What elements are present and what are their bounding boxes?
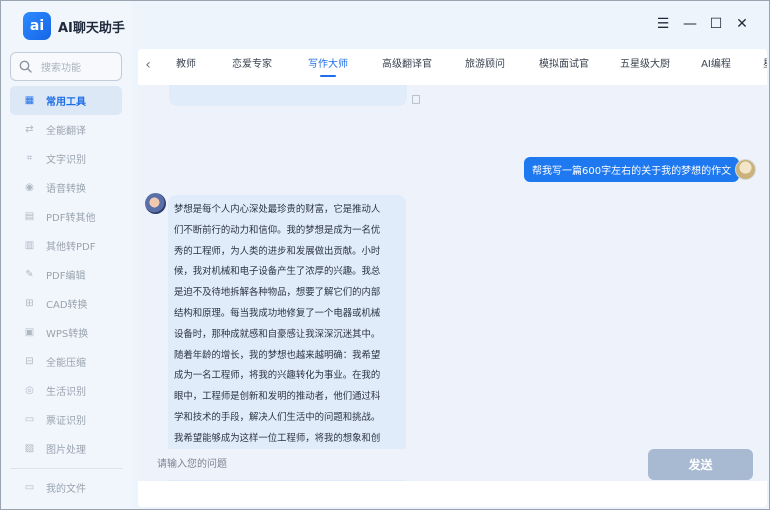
life-scan-icon: ◎ xyxy=(25,385,34,396)
sidebar-item-label: 全能翻译 xyxy=(46,126,86,137)
bot-avatar xyxy=(145,193,166,214)
bot-message-bubble: 梦想是每个人内心深处最珍贵的财富，它是推动人 们不断前行的动力和信仰。我的梦想是成… xyxy=(168,195,406,481)
bot-message-line: 梦想是每个人内心深处最珍贵的财富，它是推动人 xyxy=(174,204,381,215)
copy-icon[interactable] xyxy=(412,95,420,104)
sidebar-item-label: WPS转换 xyxy=(46,329,89,340)
sidebar-item-3[interactable]: ◉ 语音转换 xyxy=(10,173,122,202)
previous-message-bubble xyxy=(169,85,407,106)
compress-icon: ⊟ xyxy=(25,356,34,367)
bot-message-line: 们不断前行的动力和信仰。我的梦想是成为一名优 xyxy=(174,224,381,236)
cad-icon: ⊞ xyxy=(25,298,34,309)
sidebar-item-12[interactable]: ▨ 图片处理 xyxy=(10,434,122,463)
bot-message-line: 学和技术的手段，解决人们生活中的问题和挑战。 xyxy=(174,411,381,423)
bot-message-line: 眼中，工程师是创新和发明的推动者，他们通过科 xyxy=(174,391,381,403)
sidebar-item-5[interactable]: ▥ 其他转PDF xyxy=(10,231,122,260)
image-icon: ▨ xyxy=(24,443,35,454)
tab-4[interactable]: 旅游顾问 xyxy=(448,49,522,81)
bot-message-line: 设备时，那种成就感和自豪感让我深深沉迷其中。 xyxy=(174,328,381,340)
sidebar-item-label: 常用工具 xyxy=(46,97,86,108)
sidebar-item-label: PDF编辑 xyxy=(46,271,86,282)
sidebar-nav: ▦ 常用工具 ⇄ 全能翻译 ⌗ 文字识别 ◉ 语音转换 ▤ PDF转其他 ▥ 其他转PDF ✎ PDF编辑… xyxy=(10,86,122,463)
scan-text-icon: ⌗ xyxy=(26,153,33,164)
sidebar-item-8[interactable]: ▣ WPS转换 xyxy=(10,318,122,347)
app-logo-row: ai AI聊天助手 xyxy=(23,12,125,40)
sidebar-item-my-files[interactable]: ▭ 我的文件 xyxy=(10,473,122,502)
sidebar-item-label: 全能压缩 xyxy=(46,358,86,369)
tab-3[interactable]: 高级翻译官 xyxy=(366,49,448,81)
tabs-scroll-left-icon[interactable]: ‹ xyxy=(138,57,158,73)
close-icon[interactable]: ✕ xyxy=(734,16,750,32)
app-logo-icon: ai xyxy=(23,12,51,40)
user-message-bubble: 帮我写一篇600字左右的关于我的梦想的作文 xyxy=(524,157,740,182)
tab-8[interactable]: 星座占卜 xyxy=(748,49,767,81)
tab-5[interactable]: 模拟面试官 xyxy=(522,49,606,81)
sidebar-item-label: 语音转换 xyxy=(46,184,86,195)
minimize-icon[interactable]: — xyxy=(682,16,698,32)
user-avatar xyxy=(735,159,756,180)
sidebar-item-10[interactable]: ◎ 生活识别 xyxy=(10,376,122,405)
sidebar-item-11[interactable]: ▭ 票证识别 xyxy=(10,405,122,434)
sidebar-item-label: 我的文件 xyxy=(46,484,86,495)
grid-icon: ▦ xyxy=(24,95,35,106)
tab-2[interactable]: 写作大师 xyxy=(290,49,366,81)
main-panel: ‹ 教师恋爱专家写作大师高级翻译官旅游顾问模拟面试官五星级大厨AI编程星座占卜 … xyxy=(138,49,767,507)
bot-message-line: 成为一名工程师，将我的兴趣转化为事业。在我的 xyxy=(174,370,381,382)
sidebar-item-label: 图片处理 xyxy=(46,445,86,456)
app-window: ai AI聊天助手 搜索功能 ▦ 常用工具 ⇄ 全能翻译 ⌗ 文字识别 ◉ 语音转换 ▤ PDF转… xyxy=(0,0,770,510)
search-placeholder: 搜索功能 xyxy=(41,63,81,74)
sidebar-item-label: PDF转其他 xyxy=(46,213,96,224)
audio-icon: ◉ xyxy=(25,182,34,193)
bot-message-line: 候，我对机械和电子设备产生了浓厚的兴趣。我总 xyxy=(174,266,381,278)
input-bar: 发送 xyxy=(147,449,762,480)
sidebar-bottom: ▭ 我的文件 xyxy=(10,473,122,502)
question-input[interactable] xyxy=(147,449,647,480)
tab-1[interactable]: 恋爱专家 xyxy=(214,49,290,81)
tab-7[interactable]: AI编程 xyxy=(684,49,748,81)
chat-area[interactable]: 帮我写一篇600字左右的关于我的梦想的作文 梦想是每个人内心深处最珍贵的财富，它… xyxy=(138,85,767,481)
folder-icon: ▭ xyxy=(24,482,35,493)
bot-message-line: 我希望能够成为这样一位工程师，将我的想象和创 xyxy=(174,432,381,444)
wps-icon: ▣ xyxy=(24,327,35,338)
sidebar-item-label: CAD转换 xyxy=(46,300,88,311)
sidebar-item-7[interactable]: ⊞ CAD转换 xyxy=(10,289,122,318)
maximize-icon[interactable]: ☐ xyxy=(708,16,724,32)
assistant-tabs: ‹ 教师恋爱专家写作大师高级翻译官旅游顾问模拟面试官五星级大厨AI编程星座占卜 xyxy=(138,49,767,81)
bot-message-line: 结构和原理。每当我成功地修复了一个电器或机械 xyxy=(174,307,381,319)
ticket-icon: ▭ xyxy=(24,414,35,425)
translate-icon: ⇄ xyxy=(25,124,34,135)
bot-message-line: 是迫不及待地拆解各种物品，想要了解它们的内部 xyxy=(174,287,381,299)
sidebar-item-0[interactable]: ▦ 常用工具 xyxy=(10,86,122,115)
search-icon xyxy=(19,60,32,73)
send-button[interactable]: 发送 xyxy=(648,449,753,480)
sidebar-item-label: 生活识别 xyxy=(46,387,86,398)
to-pdf-icon: ▥ xyxy=(24,240,35,251)
sidebar: ai AI聊天助手 搜索功能 ▦ 常用工具 ⇄ 全能翻译 ⌗ 文字识别 ◉ 语音转换 ▤ PDF转… xyxy=(1,1,132,509)
pdf-edit-icon: ✎ xyxy=(25,269,34,280)
sidebar-item-6[interactable]: ✎ PDF编辑 xyxy=(10,260,122,289)
tab-0[interactable]: 教师 xyxy=(158,49,214,81)
sidebar-divider xyxy=(10,468,122,469)
app-title: AI聊天助手 xyxy=(58,20,125,36)
sidebar-item-4[interactable]: ▤ PDF转其他 xyxy=(10,202,122,231)
sidebar-item-2[interactable]: ⌗ 文字识别 xyxy=(10,144,122,173)
bot-message-line: 秀的工程师，为人类的进步和发展做出贡献。小时 xyxy=(174,245,381,257)
menu-icon[interactable]: ☰ xyxy=(655,16,671,32)
sidebar-item-label: 文字识别 xyxy=(46,155,86,166)
tab-6[interactable]: 五星级大厨 xyxy=(606,49,684,81)
search-input[interactable]: 搜索功能 xyxy=(10,52,122,81)
sidebar-item-1[interactable]: ⇄ 全能翻译 xyxy=(10,115,122,144)
bot-message-line: 随着年龄的增长，我的梦想也越来越明确：我希望 xyxy=(174,349,381,361)
sidebar-item-label: 其他转PDF xyxy=(46,242,96,253)
sidebar-item-9[interactable]: ⊟ 全能压缩 xyxy=(10,347,122,376)
sidebar-item-label: 票证识别 xyxy=(46,416,86,427)
pdf-icon: ▤ xyxy=(24,211,35,222)
